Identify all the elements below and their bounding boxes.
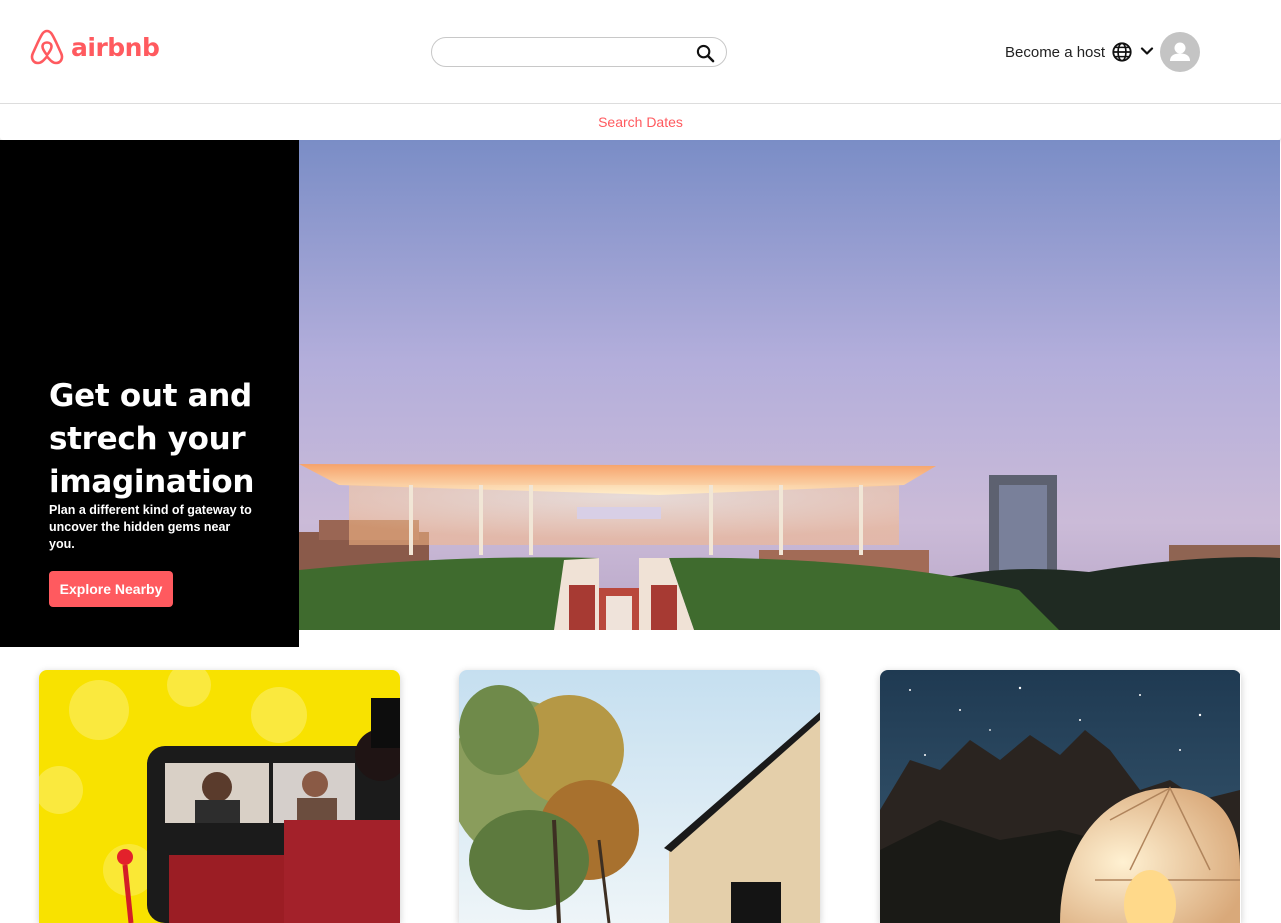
language-button[interactable] [1111,41,1133,63]
globe-icon [1112,42,1132,62]
hero-title: Get out and strech your imagination [49,378,255,500]
experience-card[interactable] [459,670,820,923]
card-image [880,670,1240,923]
airbnb-logo-icon [30,29,64,65]
hero-panel: Get out and strech your imagination Plan… [0,140,299,647]
hero-image [299,140,1280,630]
top-header: airbnb Become a host [0,0,1281,104]
experience-card[interactable] [880,670,1241,923]
search-bar [431,37,727,67]
card-image [459,670,820,923]
hero-subtitle: Plan a different kind of gateway to unco… [49,503,252,551]
search-icon [696,44,714,62]
search-dates-link[interactable]: Search Dates [0,114,1281,130]
user-avatar[interactable] [1160,32,1200,72]
search-button[interactable] [694,42,716,64]
user-avatar-icon [1170,42,1190,61]
chevron-down-icon [1140,47,1154,55]
search-dates-bar: Search Dates [0,104,1281,140]
explore-nearby-button[interactable]: Explore Nearby [49,571,173,607]
search-input[interactable] [444,42,684,64]
card-image [39,670,400,923]
airbnb-logo[interactable]: airbnb [29,28,160,66]
become-host-link[interactable]: Become a host [1005,44,1105,61]
logo-text: airbnb [71,32,160,62]
experience-card[interactable] [39,670,400,923]
menu-dropdown-toggle[interactable] [1139,43,1155,59]
